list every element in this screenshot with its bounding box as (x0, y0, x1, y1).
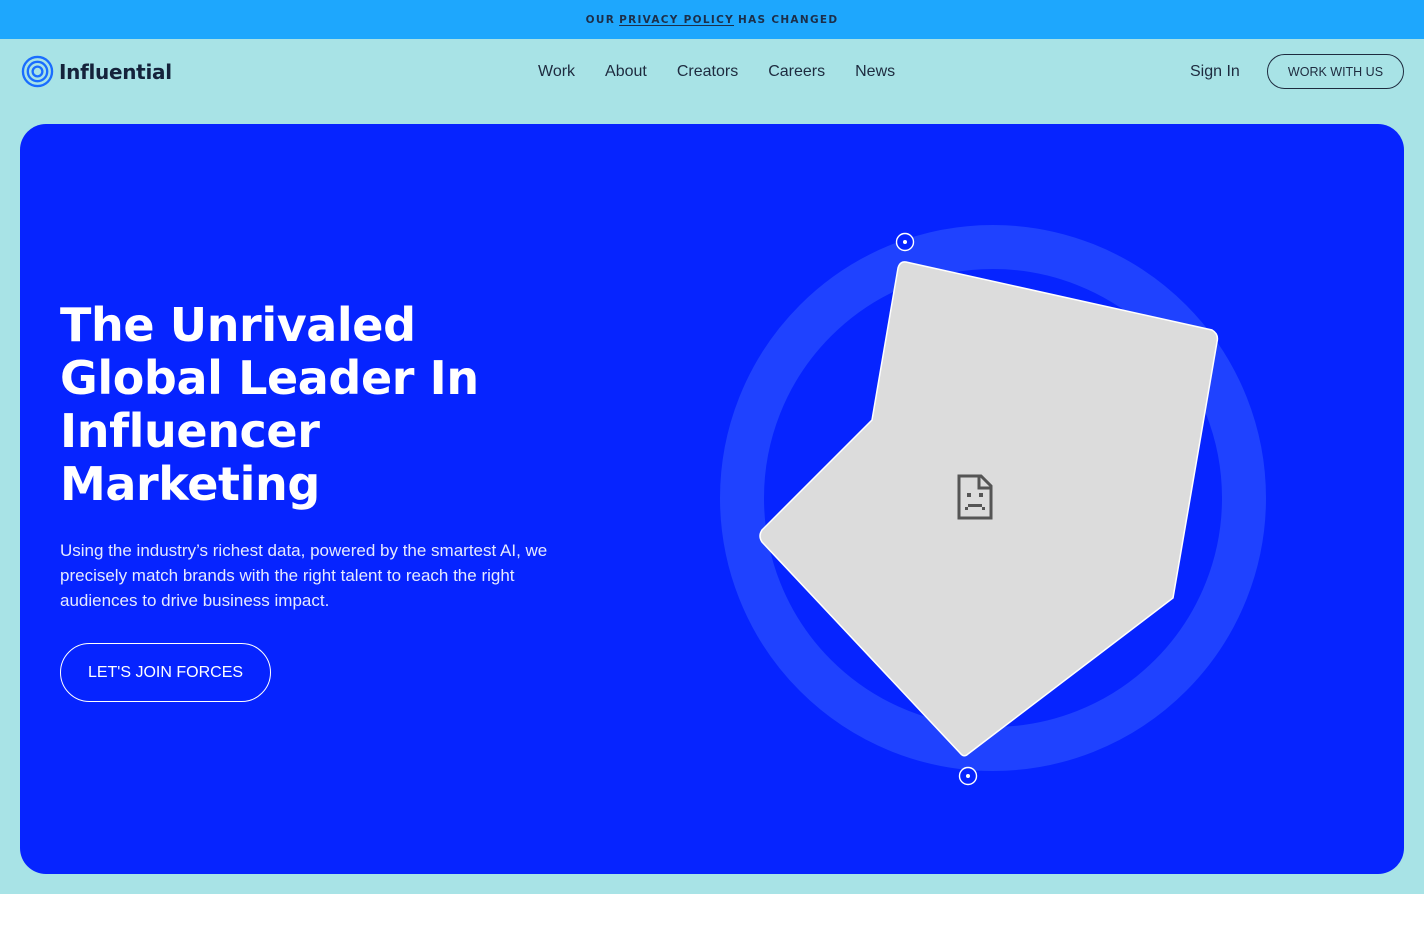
brand-name: Influential (59, 59, 172, 84)
announcement-suffix: HAS CHANGED (738, 13, 839, 26)
nav-item-creators[interactable]: Creators (677, 63, 738, 81)
hero-section: The Unrivaled Global Leader In Influence… (20, 124, 1404, 874)
sign-in-link[interactable]: Sign In (1190, 63, 1240, 81)
hero-visual (720, 225, 1266, 786)
nav-item-news[interactable]: News (855, 63, 895, 81)
nav-item-work[interactable]: Work (538, 63, 575, 81)
site-header: Influential Work About Creators Careers … (0, 39, 1424, 105)
nav-item-about[interactable]: About (605, 63, 647, 81)
main-nav: Work About Creators Careers News (538, 63, 895, 81)
concentric-circles-icon (21, 55, 54, 88)
announcement-prefix: OUR (585, 13, 616, 26)
bottom-marker-icon (958, 766, 978, 786)
announcement-bar: OUR PRIVACY POLICY HAS CHANGED (0, 0, 1424, 39)
work-with-us-button[interactable]: WORK WITH US (1267, 54, 1404, 89)
brand-logo[interactable]: Influential (21, 55, 172, 88)
nav-item-careers[interactable]: Careers (768, 63, 825, 81)
privacy-policy-link[interactable]: PRIVACY POLICY (619, 14, 734, 26)
top-marker-icon (895, 232, 915, 252)
